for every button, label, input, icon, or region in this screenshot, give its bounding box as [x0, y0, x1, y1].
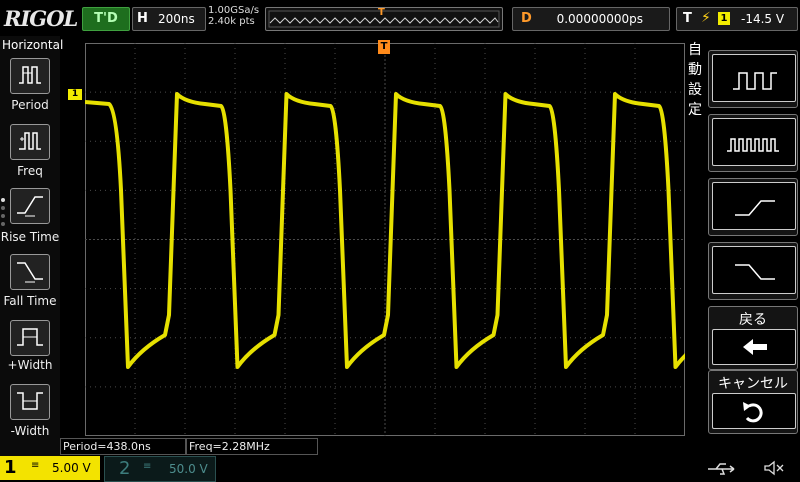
pos-width-button[interactable] — [10, 320, 50, 356]
delay-box[interactable]: D 0.00000000ps — [512, 7, 670, 31]
freq-label: Freq — [17, 164, 43, 178]
rise-time-button[interactable] — [10, 188, 50, 224]
trigger-edge-icon: ⚡ — [701, 10, 711, 26]
brand-logo: RIGOL — [4, 6, 78, 31]
rising-edge-button[interactable] — [708, 178, 798, 236]
channel1-scale: 5.00 V — [52, 461, 91, 475]
dc-coupling-icon: ≡ — [143, 461, 152, 472]
waveform-display[interactable] — [84, 43, 769, 436]
fall-time-label: Fall Time — [3, 294, 57, 308]
graticule — [84, 43, 769, 436]
title-char: 自 — [688, 42, 702, 58]
sample-rate: 1.00GSa/s — [208, 5, 260, 16]
channel-status-bar: 1 ≡ 5.00 V 2 ≡ 50.0 V — [0, 456, 800, 482]
single-period-button[interactable] — [708, 114, 798, 172]
speaker-muted-icon[interactable] — [762, 459, 786, 477]
multi-period-button[interactable] — [708, 50, 798, 108]
trigger-source-badge: 1 — [718, 12, 730, 25]
left-arrow-icon — [743, 339, 767, 355]
positive-width-icon — [17, 328, 43, 346]
title-char: 定 — [688, 102, 702, 118]
page-indicator-dots — [1, 198, 7, 230]
period-icon — [19, 66, 41, 84]
auto-setup-panel: 自 動 設 定 戻る キャンセル — [686, 36, 800, 456]
channel2-badge[interactable]: 2 ≡ 50.0 V — [104, 456, 216, 482]
title-char: 設 — [688, 82, 702, 98]
horizontal-key-label: H — [137, 11, 148, 26]
left-panel-title: Horizontal — [2, 38, 64, 52]
freq-button[interactable] — [10, 124, 50, 160]
delay-key-label: D — [521, 11, 532, 26]
period-measurement[interactable]: Period=438.0ns — [60, 438, 186, 455]
rise-time-icon — [17, 196, 43, 217]
back-label: 戻る — [739, 312, 767, 328]
channel2-scale: 50.0 V — [169, 462, 208, 476]
fall-time-button[interactable] — [10, 254, 50, 290]
channel2-number: 2 — [119, 458, 131, 479]
usb-icon — [708, 463, 735, 475]
negative-width-icon — [17, 392, 43, 410]
cancel-label: キャンセル — [718, 376, 788, 392]
fall-time-icon — [17, 262, 43, 283]
title-char: 動 — [688, 62, 702, 78]
trigger-status-badge[interactable]: T'D — [82, 7, 130, 31]
channel1-number: 1 — [4, 457, 17, 478]
trigger-key-label: T — [683, 11, 692, 26]
channel1-badge[interactable]: 1 ≡ 5.00 V — [0, 456, 100, 480]
cancel-button[interactable]: キャンセル — [708, 370, 798, 434]
memory-depth: 2.40k pts — [208, 16, 255, 27]
falling-edge-button[interactable] — [708, 242, 798, 300]
top-status-bar: RIGOL T'D H 200ns 1.00GSa/s 2.40k pts T … — [0, 0, 800, 36]
freq-measurement[interactable]: Freq=2.28MHz — [186, 438, 318, 455]
delay-value: 0.00000000ps — [556, 12, 643, 26]
neg-width-label: -Width — [10, 424, 50, 438]
falling-edge-icon — [735, 264, 775, 280]
timebase-value: 200ns — [158, 12, 195, 26]
channel1-offset-marker[interactable]: 1 — [68, 89, 82, 100]
horizontal-timebase-box[interactable]: H 200ns — [132, 7, 206, 31]
acquisition-info: 1.00GSa/s 2.40k pts — [208, 5, 259, 27]
undo-icon — [743, 402, 763, 423]
frequency-icon — [19, 132, 41, 150]
dense-pulse-icon — [727, 138, 779, 152]
memory-overview-bar: T — [265, 7, 503, 31]
back-button[interactable]: 戻る — [708, 306, 798, 370]
pos-width-label: +Width — [7, 358, 53, 372]
neg-width-button[interactable] — [10, 384, 50, 420]
channel1-trace — [84, 92, 769, 369]
trigger-position-marker[interactable]: T — [378, 40, 390, 54]
trigger-level-value: -14.5 V — [741, 12, 785, 26]
trigger-box[interactable]: T ⚡ 1 -14.5 V — [676, 7, 798, 31]
dc-coupling-icon: ≡ — [31, 460, 40, 471]
memory-trigger-marker: T — [378, 7, 385, 18]
period-button[interactable] — [10, 58, 50, 94]
period-label: Period — [11, 98, 49, 112]
rising-edge-icon — [735, 200, 775, 216]
multi-period-icon — [733, 72, 777, 90]
auto-setup-title: 自 動 設 定 — [688, 40, 704, 120]
rise-time-label: Rise Time — [0, 230, 60, 244]
